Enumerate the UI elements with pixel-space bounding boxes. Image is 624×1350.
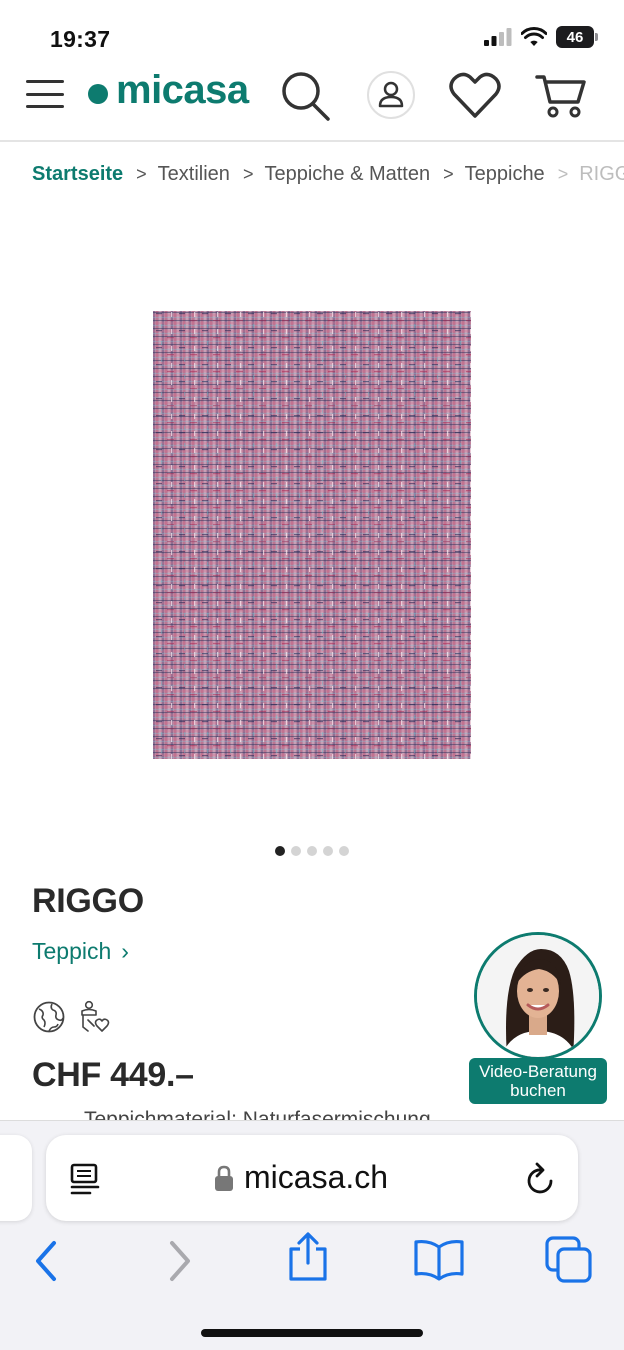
gallery-dot[interactable] bbox=[275, 846, 285, 856]
breadcrumb-item-textilien[interactable]: Textilien bbox=[158, 163, 230, 186]
micasa-logo[interactable]: micasa bbox=[88, 68, 249, 113]
address-bar[interactable]: micasa.ch bbox=[46, 1135, 578, 1221]
back-icon[interactable] bbox=[30, 1239, 62, 1283]
breadcrumb-item-startseite[interactable]: Startseite bbox=[32, 163, 123, 186]
cellular-signal-icon bbox=[484, 28, 512, 46]
video-consultation-avatar[interactable] bbox=[474, 932, 602, 1060]
breadcrumb: Startseite > Textilien > Teppiche & Matt… bbox=[32, 158, 624, 190]
product-category-link[interactable]: Teppich › bbox=[32, 938, 129, 965]
battery-level: 46 bbox=[566, 28, 584, 46]
gallery-dot[interactable] bbox=[291, 846, 301, 856]
search-icon[interactable] bbox=[278, 68, 332, 122]
fair-trade-hand-heart-icon[interactable] bbox=[76, 1000, 112, 1034]
video-consultation-label-line1: Video-Beratung bbox=[479, 1062, 597, 1081]
product-price: CHF 449.– bbox=[32, 1056, 194, 1094]
breadcrumb-chevron-icon: > bbox=[136, 163, 147, 184]
menu-icon[interactable] bbox=[26, 80, 64, 108]
product-image-rug[interactable] bbox=[153, 311, 471, 759]
status-time: 19:37 bbox=[50, 26, 111, 52]
chevron-right-icon: › bbox=[121, 938, 129, 964]
browser-toolbar: micasa.ch bbox=[0, 1120, 624, 1350]
battery-indicator: 46 bbox=[556, 26, 598, 48]
wishlist-heart-icon[interactable] bbox=[448, 68, 502, 122]
home-indicator[interactable] bbox=[201, 1329, 423, 1337]
previous-tab-peek[interactable] bbox=[0, 1135, 32, 1221]
wifi-icon bbox=[521, 27, 547, 46]
gallery-dot[interactable] bbox=[323, 846, 333, 856]
tabs-icon[interactable] bbox=[544, 1235, 594, 1285]
share-icon[interactable] bbox=[286, 1231, 330, 1283]
gallery-dot[interactable] bbox=[339, 846, 349, 856]
url-display[interactable]: micasa.ch bbox=[214, 1159, 388, 1196]
reload-icon[interactable] bbox=[524, 1161, 558, 1197]
breadcrumb-chevron-icon: > bbox=[242, 163, 254, 184]
globe-icon[interactable] bbox=[32, 1000, 66, 1034]
video-consultation-label-line2: buchen bbox=[510, 1081, 566, 1100]
breadcrumb-item-teppiche[interactable]: Teppiche bbox=[465, 163, 545, 186]
sustainability-badges bbox=[32, 1000, 112, 1034]
video-consultation-button[interactable]: Video-Beratung buchen bbox=[469, 1058, 607, 1104]
gallery-pagination bbox=[275, 846, 349, 856]
product-title: RIGGO bbox=[32, 882, 144, 920]
logo-text: micasa bbox=[116, 68, 249, 112]
account-icon[interactable] bbox=[364, 68, 418, 122]
cart-icon[interactable] bbox=[534, 68, 588, 122]
status-icons: 46 bbox=[484, 26, 598, 48]
status-bar: 19:37 46 bbox=[0, 0, 624, 70]
lock-icon bbox=[215, 1165, 233, 1191]
breadcrumb-item-current: RIGG bbox=[579, 162, 624, 185]
gallery-dot[interactable] bbox=[307, 846, 317, 856]
breadcrumb-chevron-icon: > bbox=[443, 163, 454, 184]
logo-dot bbox=[88, 83, 108, 104]
breadcrumb-chevron-icon: > bbox=[557, 163, 569, 184]
product-category-label: Teppich bbox=[32, 938, 112, 964]
url-text: micasa.ch bbox=[244, 1159, 389, 1195]
forward-icon[interactable] bbox=[164, 1239, 196, 1283]
site-header: micasa bbox=[0, 62, 624, 142]
reader-view-icon[interactable] bbox=[68, 1162, 102, 1196]
consultant-portrait bbox=[477, 935, 599, 1057]
breadcrumb-item-teppiche-matten[interactable]: Teppiche & Matten bbox=[264, 163, 430, 186]
bookmarks-icon[interactable] bbox=[412, 1237, 466, 1281]
